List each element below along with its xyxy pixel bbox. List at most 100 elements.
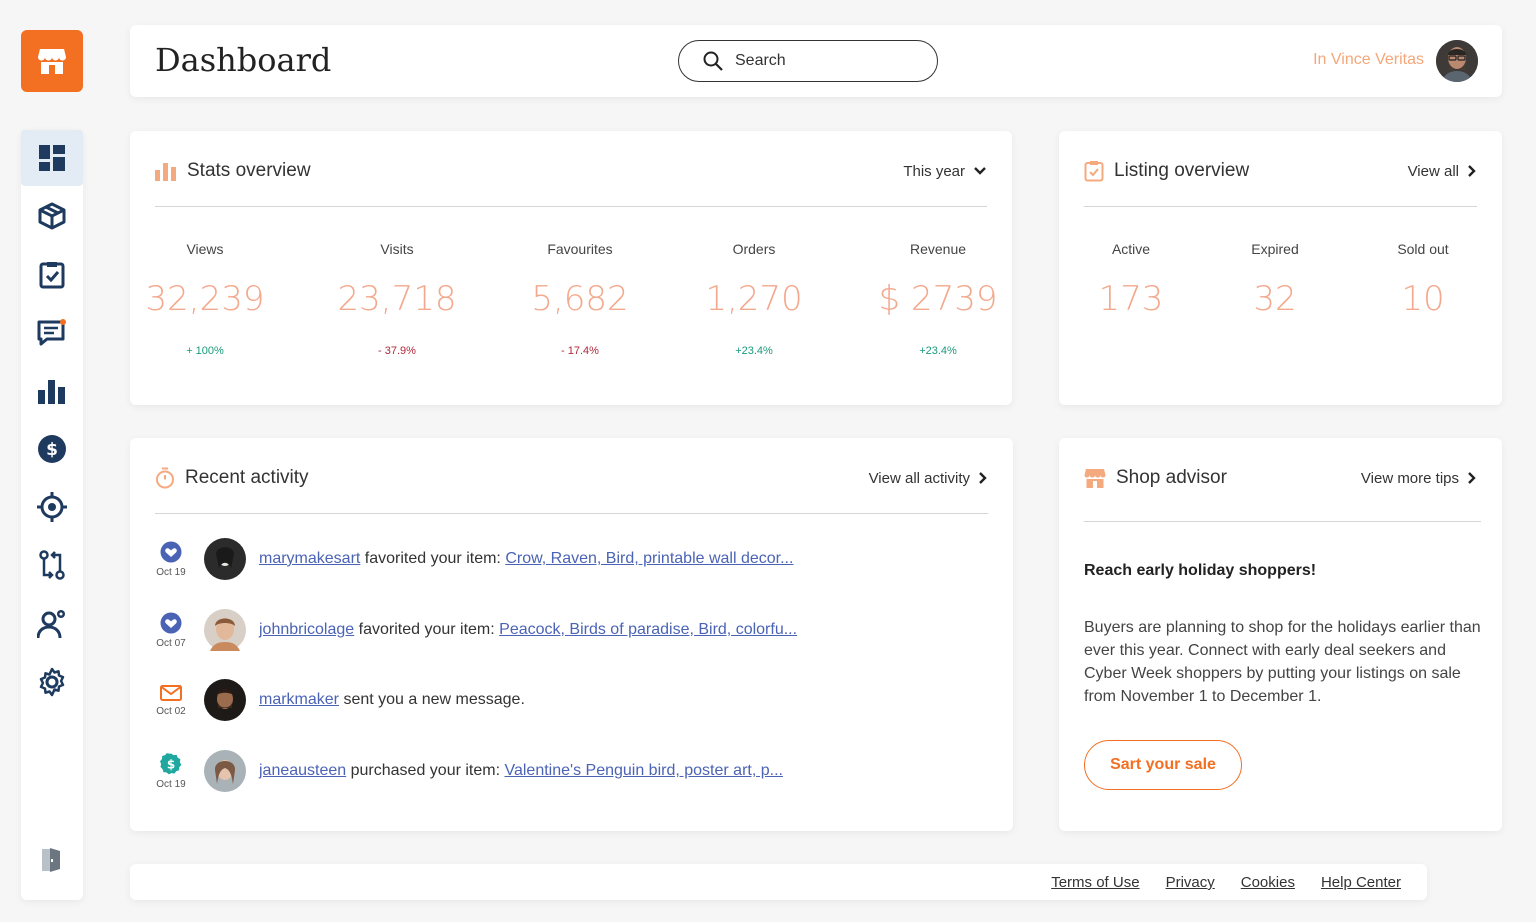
stat-label: Sold out bbox=[1397, 241, 1449, 257]
stat-value: 173 bbox=[1098, 279, 1164, 319]
avatar[interactable] bbox=[204, 609, 246, 651]
storefront-icon bbox=[38, 49, 66, 74]
activity-user-link[interactable]: markmaker bbox=[259, 691, 339, 708]
chevron-down-icon bbox=[974, 167, 986, 175]
card-title: Shop advisor bbox=[1116, 467, 1227, 488]
divider bbox=[1084, 521, 1481, 522]
activity-action: sent you a new message. bbox=[339, 691, 525, 708]
stat-label: Expired bbox=[1251, 241, 1299, 257]
stat-value: $ 2739 bbox=[878, 279, 998, 319]
dashboard-icon bbox=[39, 145, 65, 171]
shop-advisor-card: Shop advisor View more tips Reach early … bbox=[1059, 438, 1502, 831]
user-settings-icon bbox=[37, 610, 65, 639]
activity-user-link[interactable]: johnbricolage bbox=[259, 621, 354, 638]
view-more-tips-link[interactable]: View more tips bbox=[1361, 470, 1477, 487]
avatar[interactable] bbox=[204, 679, 246, 721]
stat-label: Active bbox=[1111, 241, 1151, 257]
view-all-link[interactable]: View all bbox=[1408, 163, 1477, 180]
activity-item-link[interactable]: Crow, Raven, Bird, printable wall decor.… bbox=[505, 550, 793, 567]
listing-sold-out: Sold out 10 bbox=[1373, 241, 1473, 319]
bar-chart-icon bbox=[38, 380, 65, 404]
activity-text: markmaker sent you a new message. bbox=[259, 691, 525, 709]
user-name[interactable]: In Vince Veritas bbox=[1313, 51, 1424, 69]
activity-date: Oct 07 bbox=[156, 637, 186, 649]
sidebar-item-settings[interactable] bbox=[21, 654, 83, 710]
activity-action: purchased your item: bbox=[346, 762, 505, 779]
footer-link-terms[interactable]: Terms of Use bbox=[1051, 874, 1139, 891]
listing-overview-card: Listing overview View all Active 173 Exp… bbox=[1059, 131, 1502, 405]
sidebar-item-logout[interactable] bbox=[21, 832, 83, 888]
messages-icon bbox=[37, 319, 66, 346]
divider bbox=[155, 206, 987, 207]
sidebar-item-orders[interactable] bbox=[21, 247, 83, 303]
dollar-icon: $ bbox=[160, 752, 182, 774]
period-dropdown[interactable]: This year bbox=[903, 163, 987, 180]
activity-row: Oct 19 marymakesart favorited your item:… bbox=[154, 529, 989, 589]
stat-label: Revenue bbox=[909, 241, 967, 257]
start-sale-button[interactable]: Sart your sale bbox=[1084, 740, 1242, 790]
sidebar-item-community[interactable] bbox=[21, 596, 83, 652]
advisor-body: Buyers are planning to shop for the holi… bbox=[1084, 619, 1481, 705]
box-icon bbox=[38, 202, 66, 230]
activity-row: Oct 02 markmaker sent you a new message. bbox=[154, 670, 989, 730]
checklist-icon bbox=[1084, 161, 1104, 182]
activity-action: favorited your item: bbox=[354, 621, 500, 638]
activity-user-link[interactable]: janeausteen bbox=[259, 762, 346, 779]
divider bbox=[155, 513, 988, 514]
view-all-activity-link[interactable]: View all activity bbox=[869, 470, 988, 487]
card-title: Recent activity bbox=[185, 467, 309, 488]
view-more-tips-label: View more tips bbox=[1360, 469, 1459, 487]
mail-icon bbox=[160, 684, 182, 701]
chevron-right-icon bbox=[1468, 165, 1476, 177]
stat-value: 1,270 bbox=[705, 279, 803, 319]
view-all-label: View all bbox=[1407, 162, 1459, 180]
stat-value: 23,718 bbox=[337, 279, 457, 319]
avatar[interactable] bbox=[204, 538, 246, 580]
page-title: Dashboard bbox=[155, 41, 332, 79]
sidebar-item-marketing[interactable] bbox=[21, 479, 83, 535]
activity-user-link[interactable]: marymakesart bbox=[259, 550, 360, 567]
sidebar-item-messages[interactable] bbox=[21, 305, 83, 361]
stat-change: - 37.9% bbox=[378, 345, 416, 357]
stat-value: 32,239 bbox=[145, 279, 265, 319]
sidebar-item-finances[interactable]: $ bbox=[21, 421, 83, 477]
sidebar-nav: $ bbox=[21, 130, 83, 900]
search-icon bbox=[703, 51, 723, 71]
target-icon bbox=[37, 492, 67, 522]
activity-item-link[interactable]: Peacock, Birds of paradise, Bird, colorf… bbox=[499, 621, 797, 638]
search-input[interactable]: Search bbox=[678, 40, 938, 82]
activity-date: Oct 19 bbox=[156, 566, 186, 578]
activity-date: Oct 02 bbox=[156, 705, 186, 717]
stat-orders: Orders 1,270 +23.4% bbox=[694, 241, 814, 357]
shop-logo-button[interactable] bbox=[21, 30, 83, 92]
stat-label: Favourites bbox=[547, 241, 613, 257]
stat-views: Views 32,239 + 100% bbox=[145, 241, 265, 357]
activity-row: Oct 07 johnbricolage favorited your item… bbox=[154, 600, 989, 660]
stat-label: Orders bbox=[732, 241, 776, 257]
listing-active: Active 173 bbox=[1081, 241, 1181, 319]
activity-action: favorited your item: bbox=[360, 550, 506, 567]
footer-link-privacy[interactable]: Privacy bbox=[1166, 874, 1215, 891]
avatar[interactable] bbox=[204, 750, 246, 792]
footer-link-help-center[interactable]: Help Center bbox=[1321, 874, 1401, 891]
sidebar-item-listings[interactable] bbox=[21, 188, 83, 244]
footer-link-cookies[interactable]: Cookies bbox=[1241, 874, 1295, 891]
stat-favourites: Favourites 5,682 - 17.4% bbox=[515, 241, 645, 357]
gear-icon bbox=[39, 667, 65, 697]
listing-expired: Expired 32 bbox=[1225, 241, 1325, 319]
user-avatar[interactable] bbox=[1436, 40, 1478, 82]
sidebar-item-stats[interactable] bbox=[21, 363, 83, 419]
svg-text:$: $ bbox=[167, 757, 175, 771]
activity-item-link[interactable]: Valentine's Penguin bird, poster art, p.… bbox=[504, 762, 782, 779]
card-title: Stats overview bbox=[187, 160, 311, 181]
activity-row: $ Oct 19 janeausteen purchased your item… bbox=[154, 741, 989, 801]
sidebar-item-dashboard[interactable] bbox=[21, 130, 83, 186]
stats-overview-card: Stats overview This year Views 32,239 + … bbox=[130, 131, 1012, 405]
stat-change: + 100% bbox=[186, 345, 224, 357]
stat-value: 32 bbox=[1253, 279, 1297, 319]
view-all-activity-label: View all activity bbox=[868, 469, 970, 487]
heart-icon bbox=[160, 541, 182, 562]
chevron-right-icon bbox=[979, 472, 987, 484]
sidebar-item-integrations[interactable] bbox=[21, 537, 83, 593]
period-value: This year bbox=[903, 162, 965, 180]
